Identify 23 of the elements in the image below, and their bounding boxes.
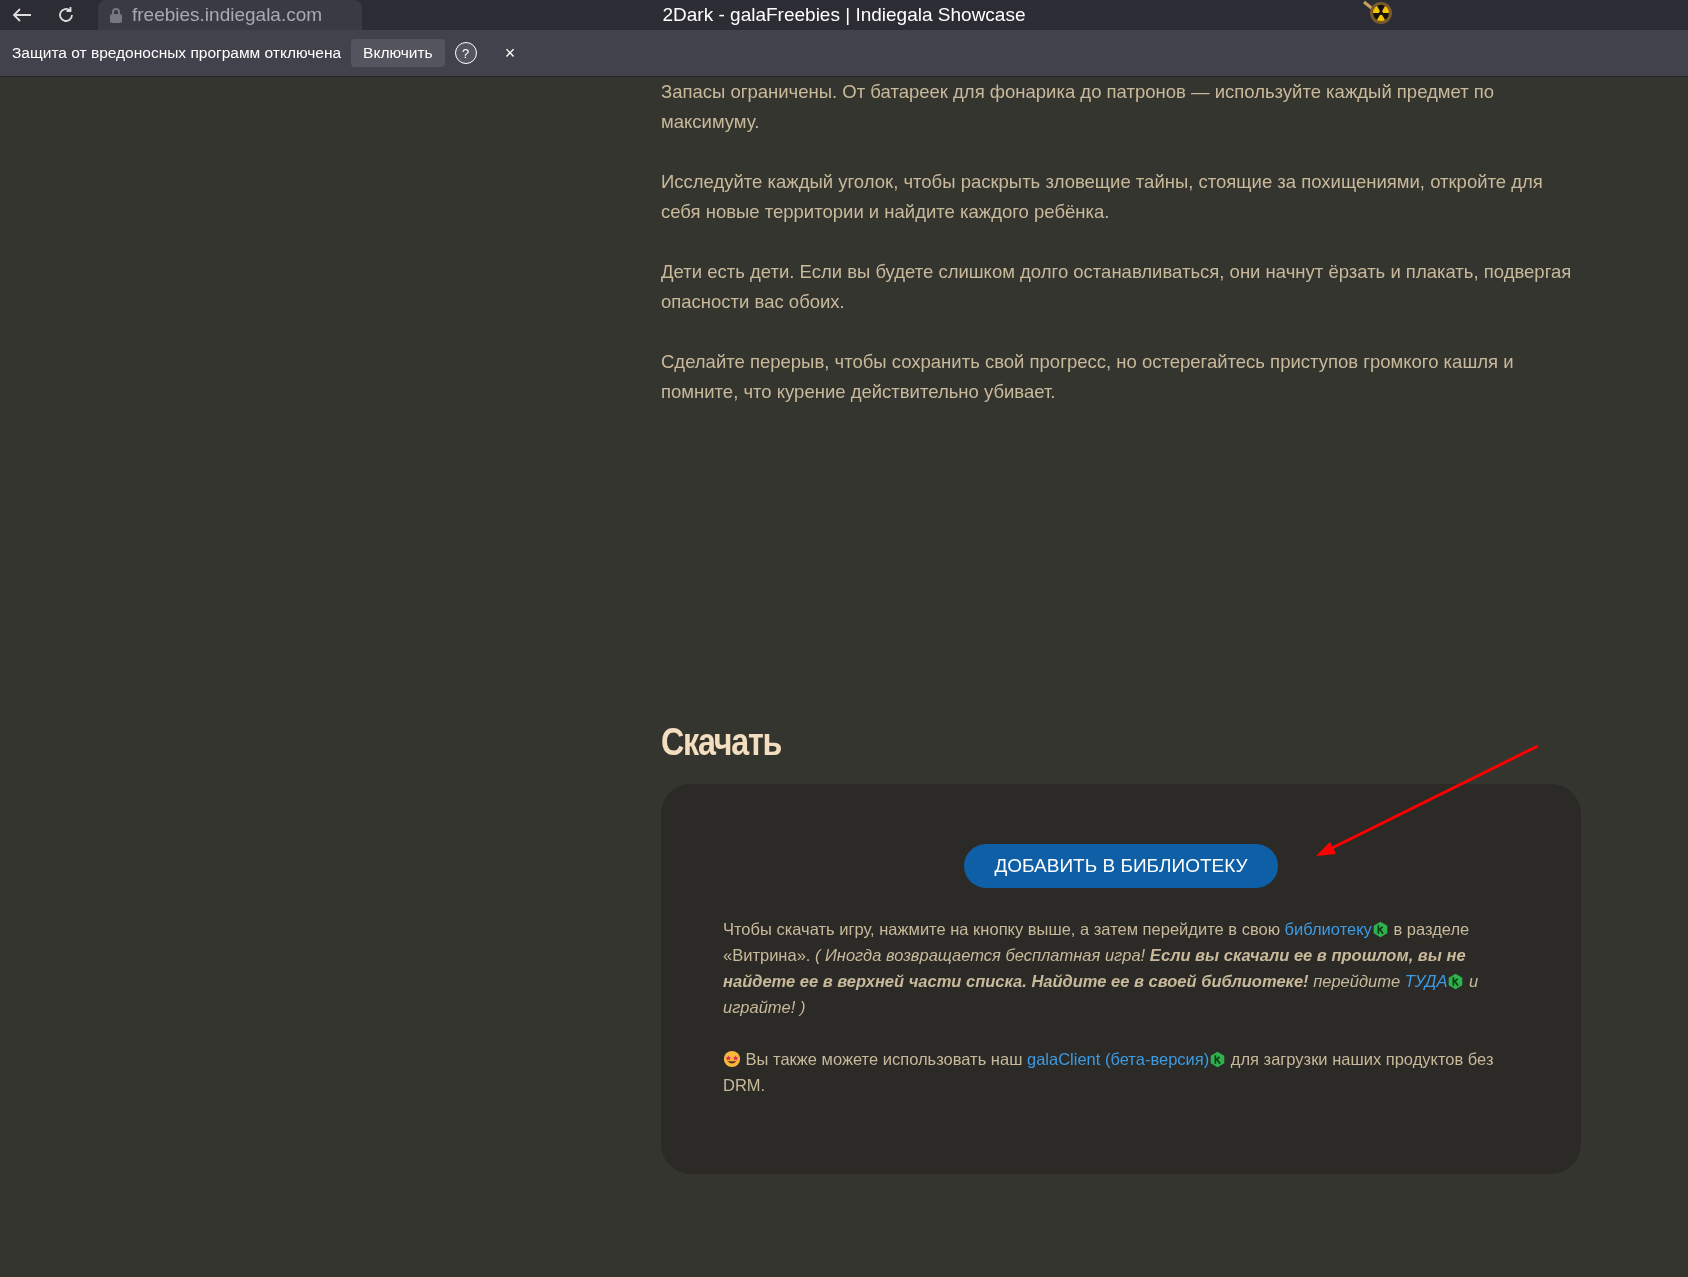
star-eyes-smiley-icon	[723, 1050, 741, 1068]
page-title: 2Dark - galaFreebies | Indiegala Showcase	[662, 4, 1026, 25]
k-badge-icon	[1447, 973, 1465, 990]
section-heading: Скачать	[661, 721, 782, 764]
enable-button[interactable]: Включить	[351, 39, 445, 67]
k-badge-icon	[1209, 1051, 1227, 1068]
k-badge-icon	[1371, 921, 1389, 938]
text-link[interactable]: ТУДА	[1404, 972, 1448, 990]
radiation-logo-icon	[1362, 0, 1394, 26]
lock-icon	[110, 7, 122, 23]
description-paragraph: Запасы ограничены. От батареек для фонарика до патронов — используйте каждый предмет по максимуму.	[661, 80, 1496, 134]
close-button[interactable]: ×	[500, 42, 520, 64]
text-link[interactable]: библиотеку	[1284, 920, 1372, 938]
description-paragraph: Дети есть дети. Если вы будете слишком долго останавливаться, они начнут ёрзать и плакать, подвергая опасности вас обоих.	[661, 260, 1573, 314]
download-note: Вы также можете использовать наш galaClient (бета-версия) для загрузки наших продуктов без DRM.	[723, 1049, 1495, 1096]
address-bar[interactable]: freebies.indiegala.com	[98, 0, 362, 30]
add-to-library-button[interactable]: ДОБАВИТЬ В БИБЛИОТЕКУ	[964, 844, 1278, 888]
help-button[interactable]: ?	[454, 42, 477, 64]
description-paragraph: Исследуйте каждый уголок, чтобы раскрыть зловещие тайны, стоящие за похищениями, откройте для себя новые территории и найдите каждого ребёнка.	[661, 170, 1544, 224]
warning-message: Защита от вредоносных программ отключена	[12, 44, 342, 62]
download-note: Чтобы скачать игру, нажмите на кнопку выше, а затем перейдите в свою библиотеку в разделе «Витрина». ( Иногда возвращается бесплатная игра! Если вы скачали ее в прошлом, вы не найдете ее в верхней части списка. Найдите ее в своей библиотеке! перейдите ТУДА и играйте! )	[723, 919, 1480, 1018]
text-link[interactable]: galaClient (бета-версия)	[1027, 1050, 1210, 1068]
description-paragraph: Сделайте перерыв, чтобы сохранить свой прогресс, но остерегайтесь приступов громкого кашля и помните, что курение действительно убивает.	[661, 350, 1515, 404]
